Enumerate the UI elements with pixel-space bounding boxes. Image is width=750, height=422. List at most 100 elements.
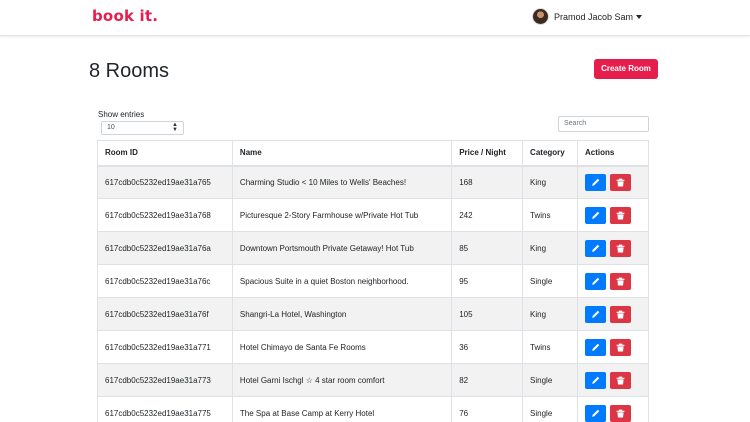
room-price-cell: 242 bbox=[451, 198, 524, 232]
actions-cell bbox=[577, 231, 649, 265]
create-room-button[interactable]: Create Room bbox=[594, 59, 658, 79]
table-row: 617cdb0c5232ed19ae31a775 The Spa at Base … bbox=[97, 396, 649, 422]
actions-cell bbox=[577, 363, 649, 397]
edit-room-button[interactable] bbox=[585, 371, 607, 389]
room-category-cell: King bbox=[522, 297, 579, 331]
header-category[interactable]: Category bbox=[522, 140, 579, 167]
trash-icon bbox=[616, 244, 625, 253]
room-price-cell: 168 bbox=[451, 165, 524, 199]
edit-room-button[interactable] bbox=[585, 305, 607, 323]
room-price-cell: 95 bbox=[451, 264, 524, 298]
trash-icon bbox=[616, 343, 625, 352]
room-price-cell: 76 bbox=[451, 396, 524, 422]
table-header-row: Room ID Name Price / Night Category Acti… bbox=[97, 140, 649, 167]
pencil-icon bbox=[591, 409, 600, 418]
pencil-icon bbox=[591, 277, 600, 286]
pencil-icon bbox=[591, 310, 600, 319]
room-name-cell: Picturesque 2-Story Farmhouse w/Private … bbox=[231, 198, 453, 232]
pencil-icon bbox=[591, 178, 600, 187]
pencil-icon bbox=[591, 211, 600, 220]
room-category-cell: Single bbox=[522, 396, 579, 422]
trash-icon bbox=[616, 409, 625, 418]
trash-icon bbox=[616, 277, 625, 286]
room-id-cell: 617cdb0c5232ed19ae31a775 bbox=[97, 396, 233, 422]
trash-icon bbox=[616, 310, 625, 319]
room-category-cell: Single bbox=[522, 363, 579, 397]
header-room-id[interactable]: Room ID bbox=[97, 140, 233, 167]
actions-cell bbox=[577, 396, 649, 422]
table-row: 617cdb0c5232ed19ae31a768 Picturesque 2-St… bbox=[97, 198, 649, 232]
delete-room-button[interactable] bbox=[610, 371, 632, 389]
room-category-cell: King bbox=[522, 231, 579, 265]
room-id-cell: 617cdb0c5232ed19ae31a76a bbox=[97, 231, 233, 265]
user-menu[interactable]: Pramod Jacob Sam bbox=[531, 8, 642, 25]
room-price-cell: 105 bbox=[451, 297, 524, 331]
show-entries-label: Show entries bbox=[98, 110, 145, 119]
user-name: Pramod Jacob Sam bbox=[553, 11, 633, 22]
delete-room-button[interactable] bbox=[610, 305, 632, 323]
table-row: 617cdb0c5232ed19ae31a765 Charming Studio … bbox=[97, 165, 649, 199]
table-row: 617cdb0c5232ed19ae31a76a Downtown Portsmo… bbox=[97, 231, 649, 265]
room-name-cell: Downtown Portsmouth Private Getaway! Hot… bbox=[231, 231, 453, 265]
trash-icon bbox=[616, 178, 625, 187]
room-category-cell: Twins bbox=[522, 198, 579, 232]
edit-room-button[interactable] bbox=[585, 206, 607, 224]
room-id-cell: 617cdb0c5232ed19ae31a768 bbox=[97, 198, 233, 232]
trash-icon bbox=[616, 211, 625, 220]
room-category-cell: King bbox=[522, 165, 579, 199]
delete-room-button[interactable] bbox=[610, 272, 632, 290]
delete-room-button[interactable] bbox=[610, 239, 632, 257]
room-price-cell: 36 bbox=[451, 330, 524, 364]
actions-cell bbox=[577, 330, 649, 364]
edit-room-button[interactable] bbox=[585, 338, 607, 356]
delete-room-button[interactable] bbox=[610, 173, 632, 191]
header-actions: Actions bbox=[577, 140, 649, 167]
room-price-cell: 82 bbox=[451, 363, 524, 397]
edit-room-button[interactable] bbox=[585, 272, 607, 290]
pencil-icon bbox=[591, 376, 600, 385]
search-input[interactable]: Search bbox=[558, 116, 649, 132]
trash-icon bbox=[616, 376, 625, 385]
actions-cell bbox=[577, 198, 649, 232]
rooms-table: Room ID Name Price / Night Category Acti… bbox=[97, 140, 649, 422]
room-category-cell: Twins bbox=[522, 330, 579, 364]
edit-room-button[interactable] bbox=[585, 173, 607, 191]
actions-cell bbox=[577, 297, 649, 331]
delete-room-button[interactable] bbox=[610, 206, 632, 224]
navbar: book it. Pramod Jacob Sam bbox=[0, 0, 750, 36]
avatar bbox=[531, 8, 549, 25]
actions-cell bbox=[577, 165, 649, 199]
caret-down-icon bbox=[636, 14, 642, 19]
actions-cell bbox=[577, 264, 649, 298]
table-row: 617cdb0c5232ed19ae31a76f Shangri-La Hotel… bbox=[97, 297, 649, 331]
select-arrows-icon: ▲ ▼ bbox=[172, 122, 178, 133]
header-price[interactable]: Price / Night bbox=[451, 140, 524, 167]
room-id-cell: 617cdb0c5232ed19ae31a773 bbox=[97, 363, 233, 397]
room-id-cell: 617cdb0c5232ed19ae31a76c bbox=[97, 264, 233, 298]
delete-room-button[interactable] bbox=[610, 404, 632, 422]
room-name-cell: Shangri-La Hotel, Washington bbox=[231, 297, 453, 331]
table-row: 617cdb0c5232ed19ae31a773 Hotel Garni Isch… bbox=[97, 363, 649, 397]
delete-room-button[interactable] bbox=[610, 338, 632, 356]
table-row: 617cdb0c5232ed19ae31a76c Spacious Suite i… bbox=[97, 264, 649, 298]
header-name[interactable]: Name bbox=[231, 140, 453, 167]
room-id-cell: 617cdb0c5232ed19ae31a765 bbox=[97, 165, 233, 199]
room-name-cell: Hotel Garni Ischgl ☆ 4 star room comfort bbox=[231, 363, 453, 397]
entries-select[interactable]: 10 ▲ ▼ bbox=[101, 121, 184, 135]
room-name-cell: Hotel Chimayo de Santa Fe Rooms bbox=[231, 330, 453, 364]
room-name-cell: Spacious Suite in a quiet Boston neighbo… bbox=[231, 264, 453, 298]
page-title: 8 Rooms bbox=[89, 60, 170, 82]
room-category-cell: Single bbox=[522, 264, 579, 298]
room-price-cell: 85 bbox=[451, 231, 524, 265]
room-name-cell: The Spa at Base Camp at Kerry Hotel bbox=[231, 396, 453, 422]
edit-room-button[interactable] bbox=[585, 239, 607, 257]
room-name-cell: Charming Studio < 10 Miles to Wells' Bea… bbox=[231, 165, 453, 199]
edit-room-button[interactable] bbox=[585, 404, 607, 422]
pencil-icon bbox=[591, 343, 600, 352]
entries-value: 10 bbox=[107, 124, 115, 131]
room-id-cell: 617cdb0c5232ed19ae31a771 bbox=[97, 330, 233, 364]
brand-logo[interactable]: book it. bbox=[92, 7, 158, 25]
table-row: 617cdb0c5232ed19ae31a771 Hotel Chimayo de… bbox=[97, 330, 649, 364]
room-id-cell: 617cdb0c5232ed19ae31a76f bbox=[97, 297, 233, 331]
pencil-icon bbox=[591, 244, 600, 253]
